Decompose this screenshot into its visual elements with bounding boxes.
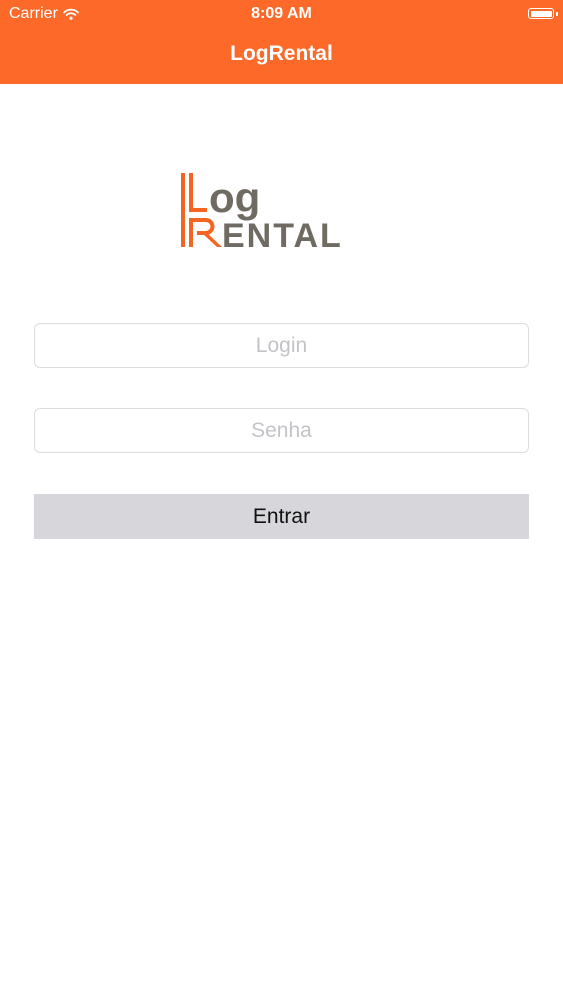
page-title: LogRental <box>230 42 333 65</box>
battery-icon <box>528 8 558 19</box>
status-time: 8:09 AM <box>251 5 312 22</box>
logrental-logo: og ENTAL <box>181 173 343 252</box>
senha-input[interactable] <box>34 408 529 453</box>
login-input[interactable] <box>34 323 529 368</box>
logo-text-log: og <box>209 174 260 221</box>
status-bar: Carrier 8:09 AM <box>0 0 563 30</box>
app-header: Carrier 8:09 AM LogRental <box>0 0 563 84</box>
logo-text-rental: ENTAL <box>222 217 343 252</box>
entrar-button[interactable]: Entrar <box>34 494 529 539</box>
